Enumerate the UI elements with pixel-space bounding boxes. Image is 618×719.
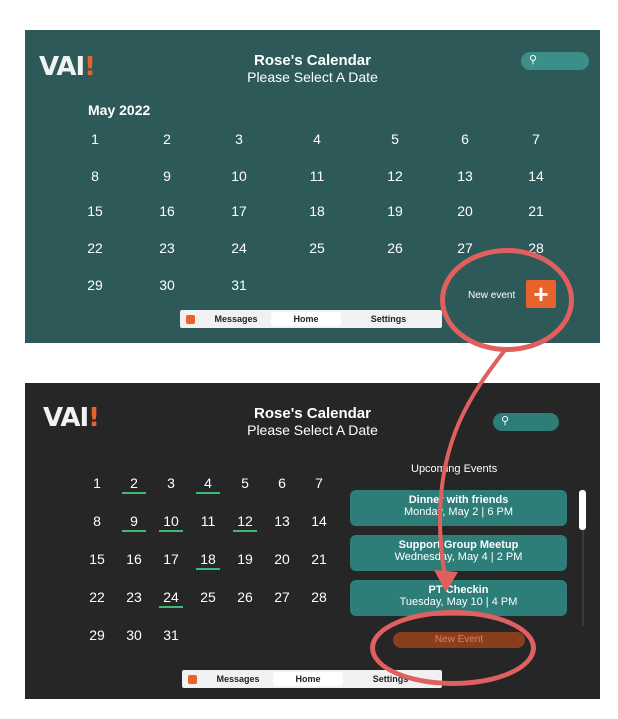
arrow-path	[437, 348, 507, 576]
annotation-arrow	[434, 348, 507, 592]
arrow-head	[434, 570, 458, 592]
